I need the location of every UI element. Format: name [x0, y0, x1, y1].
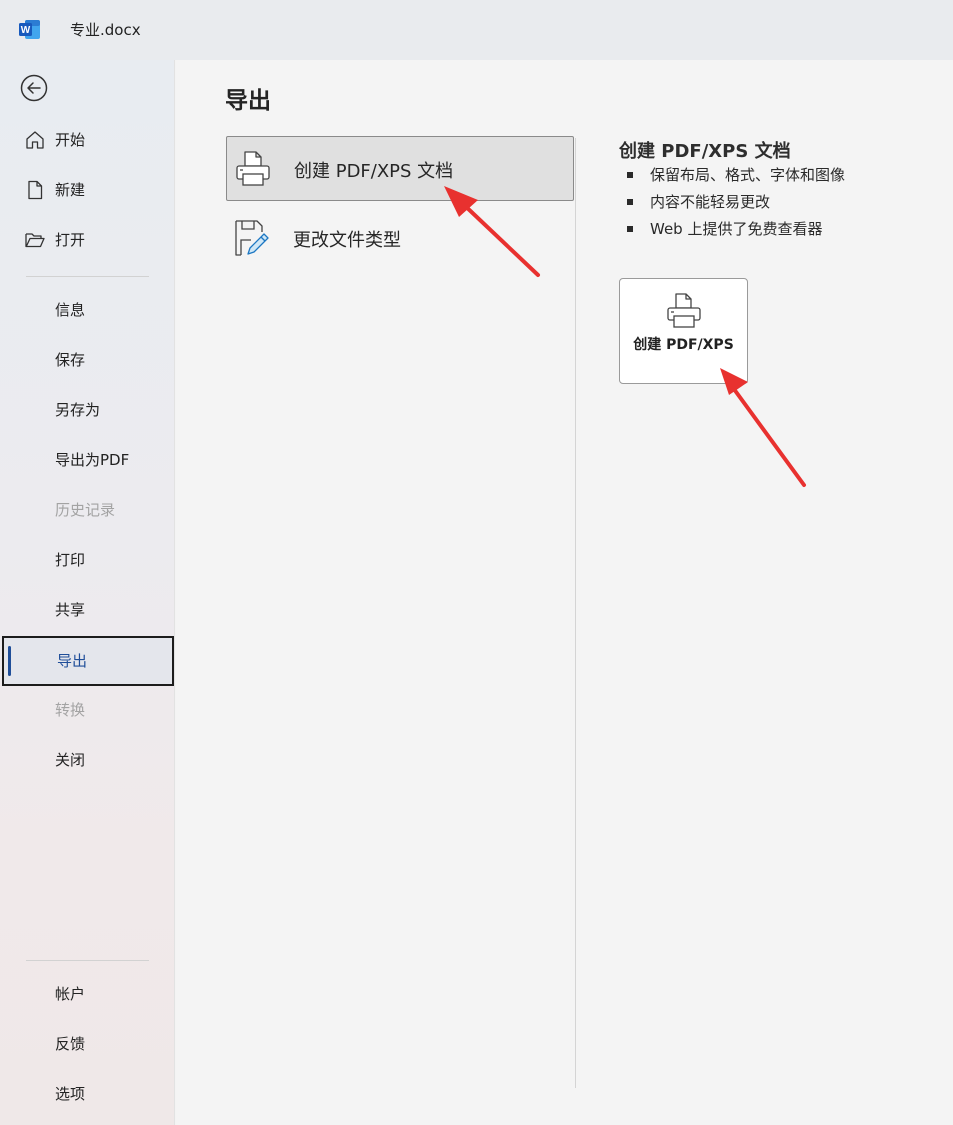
document-title: 专业.docx — [70, 21, 141, 39]
sidebar-item-history: 历史记录 — [0, 485, 175, 535]
backstage-sidebar: 开始 新建 打开 信息 保存 另存为 导出为PDF 历史记录 打印 共享 导出 … — [0, 60, 175, 1125]
sidebar-item-export[interactable]: 导出 — [2, 636, 174, 686]
sidebar-item-label: 保存 — [55, 351, 86, 369]
feature-item: Web 上提供了免费查看器 — [623, 218, 845, 245]
detail-title: 创建 PDF/XPS 文档 — [619, 141, 791, 162]
open-folder-icon — [25, 233, 45, 248]
sidebar-item-label: 开始 — [55, 131, 86, 149]
create-pdf-xps-button[interactable]: 创建 PDF/XPS — [619, 278, 748, 384]
sidebar-item-share[interactable]: 共享 — [0, 585, 175, 635]
sidebar-item-label: 选项 — [55, 1085, 86, 1103]
title-bar: W 专业.docx — [0, 0, 953, 60]
sidebar-item-label: 另存为 — [55, 401, 101, 419]
sidebar-item-home[interactable]: 开始 — [0, 115, 175, 165]
option-create-pdf-xps[interactable]: 创建 PDF/XPS 文档 — [226, 136, 574, 201]
button-label: 创建 PDF/XPS — [633, 337, 734, 353]
back-arrow-icon[interactable] — [19, 73, 49, 103]
sidebar-item-label: 共享 — [55, 601, 86, 619]
svg-text:W: W — [21, 25, 31, 36]
sidebar-item-info[interactable]: 信息 — [0, 285, 175, 335]
option-label: 创建 PDF/XPS 文档 — [294, 161, 454, 182]
sidebar-item-account[interactable]: 帐户 — [0, 969, 175, 1019]
sidebar-item-feedback[interactable]: 反馈 — [0, 1019, 175, 1069]
option-change-file-type[interactable]: 更改文件类型 — [226, 206, 574, 271]
printer-document-icon — [667, 293, 701, 328]
sidebar-item-label: 转换 — [55, 701, 86, 719]
sidebar-item-save[interactable]: 保存 — [0, 335, 175, 385]
document-pencil-icon — [235, 220, 269, 256]
export-panel: 导出 创建 PDF/XPS 文档 更改文件类型 创建 PDF/XPS 文档 保留… — [176, 60, 953, 1125]
sidebar-divider — [26, 276, 149, 277]
printer-document-icon — [236, 151, 270, 186]
sidebar-item-label: 导出为PDF — [55, 451, 130, 469]
sidebar-item-new[interactable]: 新建 — [0, 165, 175, 215]
sidebar-item-label: 反馈 — [55, 1035, 86, 1053]
sidebar-item-options[interactable]: 选项 — [0, 1069, 175, 1119]
sidebar-divider — [26, 960, 149, 961]
page-title: 导出 — [225, 88, 271, 114]
sidebar-item-convert: 转换 — [0, 685, 175, 735]
sidebar-item-label: 打印 — [55, 551, 86, 569]
sidebar-item-label: 帐户 — [55, 985, 86, 1003]
sidebar-item-print[interactable]: 打印 — [0, 535, 175, 585]
sidebar-item-close[interactable]: 关闭 — [0, 735, 175, 785]
new-document-icon — [28, 180, 43, 200]
sidebar-item-label: 导出 — [57, 652, 88, 670]
feature-item: 保留布局、格式、字体和图像 — [623, 164, 845, 191]
sidebar-item-open[interactable]: 打开 — [0, 215, 175, 265]
feature-item: 内容不能轻易更改 — [623, 191, 845, 218]
sidebar-item-label: 打开 — [55, 231, 86, 249]
sidebar-item-label: 信息 — [55, 301, 86, 319]
sidebar-item-export-pdf[interactable]: 导出为PDF — [0, 435, 175, 485]
sidebar-item-label: 关闭 — [55, 751, 86, 769]
home-icon — [26, 131, 44, 149]
sidebar-item-label: 新建 — [55, 181, 86, 199]
sidebar-item-label: 历史记录 — [55, 501, 116, 519]
word-logo-icon: W — [19, 20, 40, 39]
option-label: 更改文件类型 — [293, 230, 401, 251]
panel-separator — [575, 138, 576, 1088]
feature-list: 保留布局、格式、字体和图像 内容不能轻易更改 Web 上提供了免费查看器 — [623, 164, 845, 245]
sidebar-item-save-as[interactable]: 另存为 — [0, 385, 175, 435]
